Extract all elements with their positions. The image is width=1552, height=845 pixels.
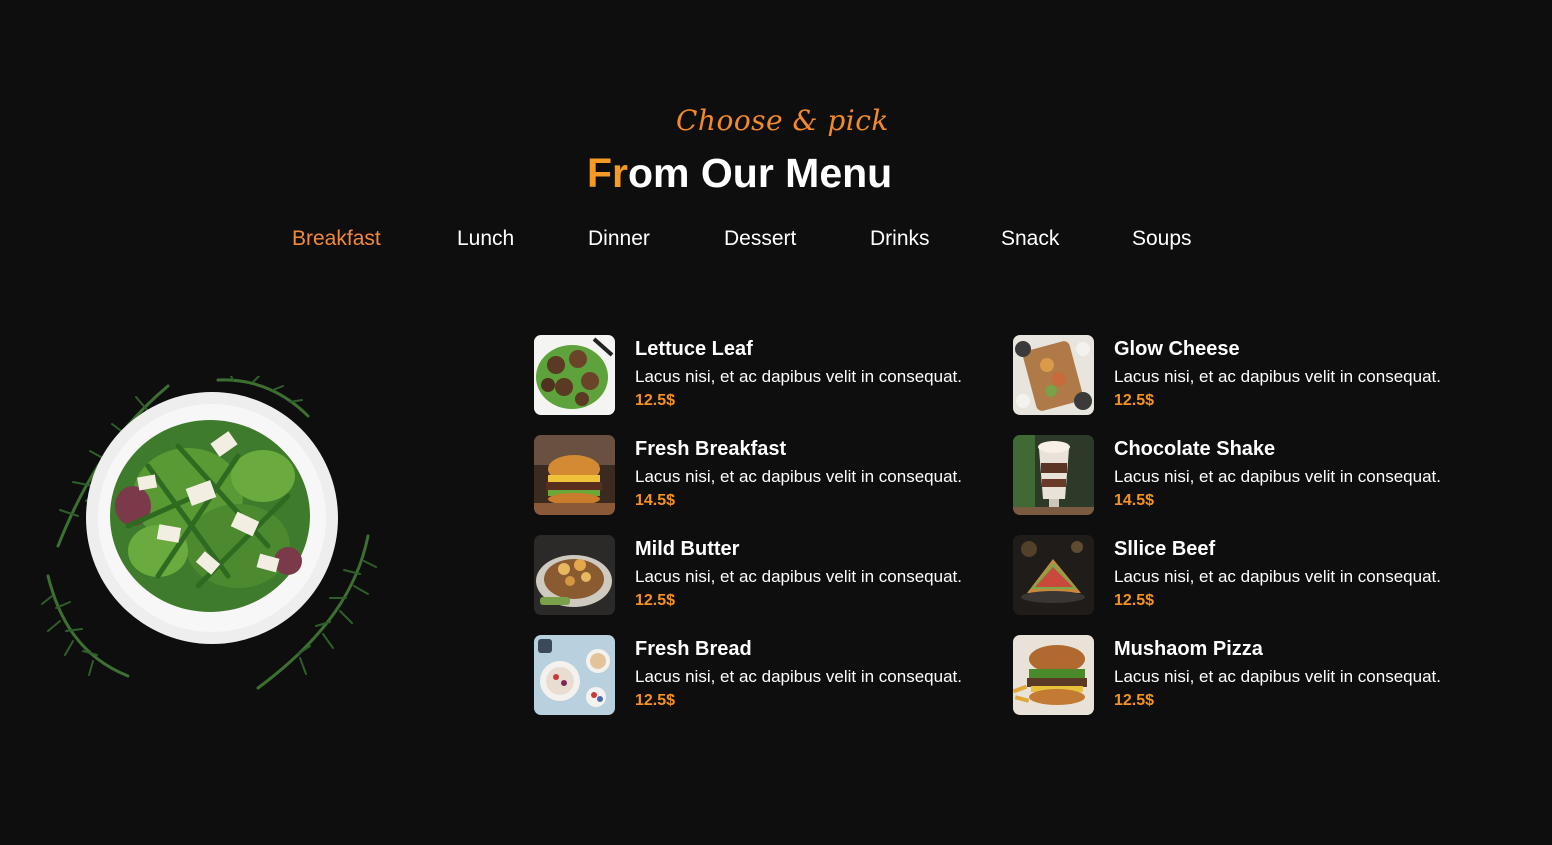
item-name: Fresh Breakfast (635, 438, 787, 460)
menu-item[interactable]: Lettuce Leaf Lacus nisi, et ac dapibus v… (534, 335, 1004, 417)
item-description: Lacus nisi, et ac dapibus velit in conse… (635, 667, 962, 686)
item-price: 12.5$ (1114, 592, 1155, 609)
tab-drinks[interactable]: Drinks (870, 227, 930, 251)
breakfast-bowls-thumb (534, 635, 615, 715)
item-price: 12.5$ (1114, 392, 1155, 409)
menu-item[interactable]: Sllice Beef Lacus nisi, et ac dapibus ve… (1013, 535, 1483, 617)
section-title: From Our Menu (587, 150, 892, 197)
item-name: Mild Butter (635, 538, 740, 560)
item-price: 12.5$ (635, 692, 676, 709)
item-description: Lacus nisi, et ac dapibus velit in conse… (1114, 567, 1441, 586)
item-name: Lettuce Leaf (635, 338, 753, 360)
section-kicker: Choose & pick (676, 104, 889, 137)
tab-dessert[interactable]: Dessert (724, 227, 796, 251)
menu-item[interactable]: Fresh Breakfast Lacus nisi, et ac dapibu… (534, 435, 1004, 517)
item-description: Lacus nisi, et ac dapibus velit in conse… (635, 467, 962, 486)
title-rest: om Our Menu (628, 150, 893, 196)
title-accent: Fr (587, 150, 628, 196)
meatball-salad-thumb (534, 335, 615, 415)
menu-item[interactable]: Chocolate Shake Lacus nisi, et ac dapibu… (1013, 435, 1483, 517)
item-description: Lacus nisi, et ac dapibus velit in conse… (1114, 667, 1441, 686)
item-price: 14.5$ (1114, 492, 1155, 509)
sandwich-thumb (1013, 535, 1094, 615)
item-description: Lacus nisi, et ac dapibus velit in conse… (1114, 367, 1441, 386)
item-price: 12.5$ (635, 592, 676, 609)
item-name: Chocolate Shake (1114, 438, 1276, 460)
item-description: Lacus nisi, et ac dapibus velit in conse… (635, 367, 962, 386)
menu-item[interactable]: Mild Butter Lacus nisi, et ac dapibus ve… (534, 535, 1004, 617)
veggie-burger-thumb (1013, 635, 1094, 715)
menu-item[interactable]: Mushaom Pizza Lacus nisi, et ac dapibus … (1013, 635, 1483, 717)
menu-item[interactable]: Glow Cheese Lacus nisi, et ac dapibus ve… (1013, 335, 1483, 417)
tab-breakfast[interactable]: Breakfast (292, 227, 381, 251)
item-description: Lacus nisi, et ac dapibus velit in conse… (1114, 467, 1441, 486)
pork-chop-thumb (534, 535, 615, 615)
item-price: 12.5$ (635, 392, 676, 409)
burger-thumb (534, 435, 615, 515)
menu-page: Choose & pick From Our Menu Breakfast Lu… (0, 0, 1552, 845)
item-name: Sllice Beef (1114, 538, 1216, 560)
shake-thumb (1013, 435, 1094, 515)
tab-snack[interactable]: Snack (1001, 227, 1059, 251)
menu-item[interactable]: Fresh Bread Lacus nisi, et ac dapibus ve… (534, 635, 1004, 717)
item-price: 14.5$ (635, 492, 676, 509)
item-name: Mushaom Pizza (1114, 638, 1263, 660)
item-name: Fresh Bread (635, 638, 752, 660)
tab-lunch[interactable]: Lunch (457, 227, 514, 251)
tab-soups[interactable]: Soups (1132, 227, 1192, 251)
tab-dinner[interactable]: Dinner (588, 227, 650, 251)
item-price: 12.5$ (1114, 692, 1155, 709)
salad-plate-image (38, 375, 378, 692)
item-name: Glow Cheese (1114, 338, 1240, 360)
item-description: Lacus nisi, et ac dapibus velit in conse… (635, 567, 962, 586)
platter-thumb (1013, 335, 1094, 415)
